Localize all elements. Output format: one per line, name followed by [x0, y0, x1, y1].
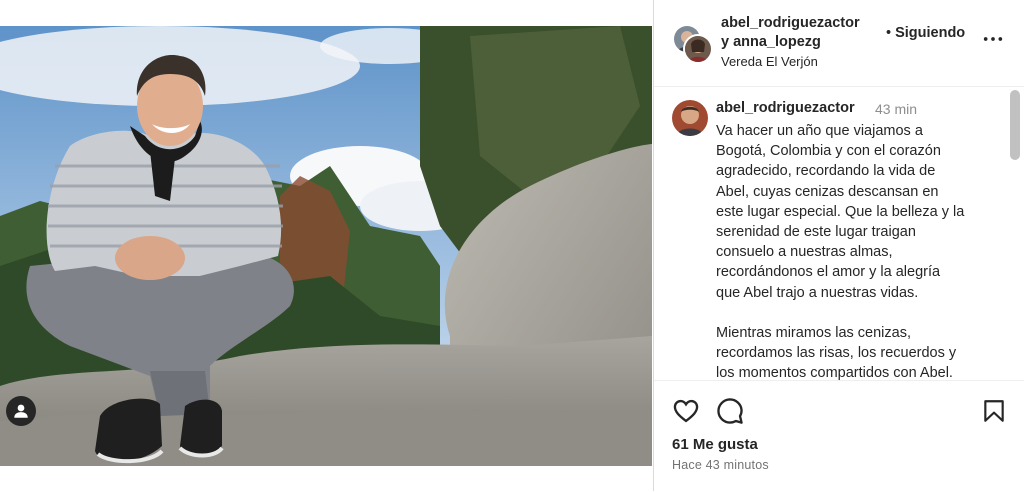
post-side-panel: abel_rodriguezactor y anna_lopezg Vereda… [653, 0, 1024, 491]
heart-icon[interactable] [672, 397, 700, 425]
post-actions: 61 Me gusta Hace 43 minutos [654, 380, 1024, 492]
comment-icon[interactable] [716, 397, 744, 425]
post-photo[interactable] [0, 26, 652, 466]
caption-text: Va hacer un año que viajamos a Bogotá, C… [716, 123, 965, 380]
post-location[interactable]: Vereda El Verjón [721, 54, 818, 69]
more-horizontal-icon[interactable] [982, 28, 1004, 56]
post-timestamp: Hace 43 minutos [672, 458, 769, 472]
caption-section[interactable]: abel_rodriguezactor 43 min Va hacer un a… [654, 88, 1024, 380]
separator-dot: • [886, 25, 892, 41]
user-tag-icon[interactable] [6, 396, 36, 426]
bookmark-icon[interactable] [981, 397, 1009, 425]
post-header: abel_rodriguezactor y anna_lopezg Vereda… [654, 0, 1024, 87]
caption-time: 43 min [875, 101, 918, 117]
post-authors[interactable]: abel_rodriguezactor y anna_lopezg [721, 14, 860, 52]
follow-status-label: Siguiendo [895, 25, 966, 41]
caption-avatar[interactable] [672, 100, 708, 136]
caption-username[interactable]: abel_rodriguezactor [716, 100, 855, 116]
follow-status-button[interactable]: • Siguiendo [886, 25, 965, 41]
user-silhouette-icon [14, 404, 28, 418]
author-line-1[interactable]: abel_rodriguezactor [721, 14, 860, 33]
avatar-anna[interactable] [683, 34, 713, 64]
scrollbar-thumb[interactable] [1010, 90, 1020, 160]
likes-count[interactable]: 61 Me gusta [672, 436, 758, 453]
author-line-2[interactable]: y anna_lopezg [721, 33, 860, 52]
